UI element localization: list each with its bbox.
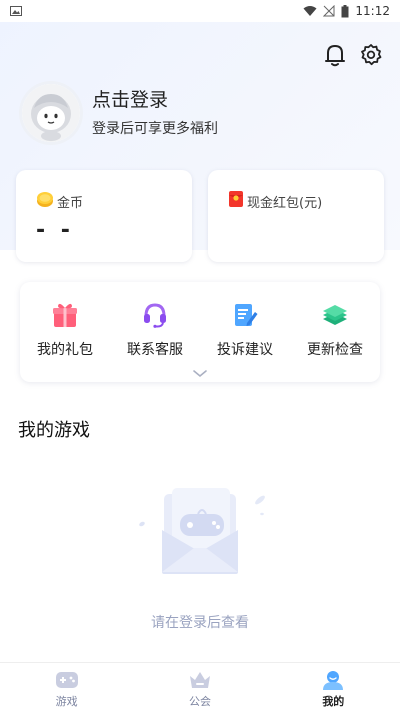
empty-envelope-icon (128, 486, 272, 582)
tool-feedback[interactable]: 投诉建议 (205, 300, 285, 382)
bottom-nav: 游戏 公会 我的 (0, 662, 400, 711)
nav-label: 公会 (188, 695, 211, 708)
feedback-icon (230, 300, 260, 330)
user-icon (320, 669, 346, 691)
layers-icon (320, 300, 350, 330)
tool-contact-support[interactable]: 联系客服 (115, 300, 195, 382)
no-signal-icon (323, 5, 335, 17)
login-subtitle: 登录后可享更多福利 (92, 121, 218, 137)
wifi-icon (303, 5, 317, 17)
bell-icon[interactable] (322, 42, 348, 68)
cash-card[interactable]: 现金红包(元) (208, 170, 384, 262)
login-title[interactable]: 点击登录 (92, 88, 218, 112)
coin-icon (36, 190, 54, 212)
battery-icon (341, 4, 349, 18)
coin-card-head: 金币 (36, 190, 172, 212)
coin-label: 金币 (57, 195, 84, 211)
cash-card-head: 现金红包(元) (228, 190, 364, 212)
avatar[interactable] (22, 84, 80, 142)
my-games-title: 我的游戏 (18, 420, 90, 441)
top-actions (322, 42, 384, 68)
tool-label: 投诉建议 (217, 342, 273, 358)
nav-games[interactable]: 游戏 (0, 663, 133, 711)
tool-update-check[interactable]: 更新检查 (295, 300, 375, 382)
gear-icon[interactable] (358, 42, 384, 68)
guild-icon (187, 669, 213, 691)
status-time: 11:12 (355, 4, 390, 18)
tool-my-gift[interactable]: 我的礼包 (25, 300, 105, 382)
red-packet-icon (228, 190, 244, 212)
status-left (10, 5, 22, 17)
coin-value: - - (36, 218, 74, 243)
chevron-down-icon[interactable] (192, 364, 208, 383)
gift-icon (50, 300, 80, 330)
nav-label: 游戏 (55, 695, 78, 708)
headset-icon (140, 300, 170, 330)
tool-label: 更新检查 (307, 342, 363, 358)
status-right: 11:12 (303, 4, 390, 18)
gallery-notification-icon (10, 5, 22, 17)
coin-card[interactable]: 金币 - - (16, 170, 192, 262)
profile-login[interactable]: 点击登录 登录后可享更多福利 (22, 84, 218, 142)
empty-state-text: 请在登录后查看 (151, 615, 249, 631)
profile-text: 点击登录 登录后可享更多福利 (92, 88, 218, 138)
nav-mine[interactable]: 我的 (267, 663, 400, 711)
tool-label: 联系客服 (127, 342, 183, 358)
tool-label: 我的礼包 (37, 342, 93, 358)
status-bar: 11:12 (0, 0, 400, 22)
cash-label: 现金红包(元) (247, 195, 323, 211)
nav-label: 我的 (322, 695, 345, 708)
nav-guild[interactable]: 公会 (133, 663, 266, 711)
gamepad-icon (54, 669, 80, 691)
